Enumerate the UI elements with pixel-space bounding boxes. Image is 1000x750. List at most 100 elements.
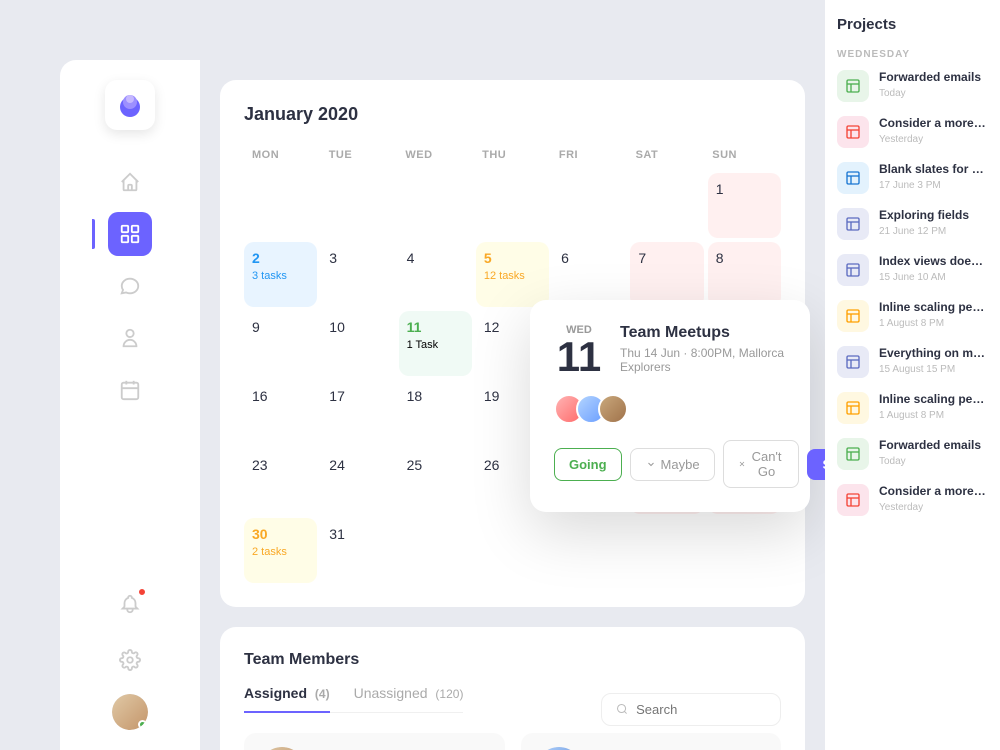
project-item[interactable]: Blank slates for new we... 17 June 3 PM <box>837 162 988 194</box>
project-item[interactable]: Forwarded emails Today <box>837 70 988 102</box>
calendar-card: January 2020 MON TUE WED THU FRI SAT SUN… <box>220 80 805 607</box>
project-icon <box>837 116 869 148</box>
calendar-cell[interactable] <box>630 518 703 583</box>
project-info: Blank slates for new we... 17 June 3 PM <box>879 162 988 191</box>
member-card-1[interactable]: Minnie Garcia 3 Tasks ··· <box>244 733 505 750</box>
sidebar-item-bell[interactable] <box>108 582 152 626</box>
projects-section-label: WEDNESDAY <box>837 49 988 60</box>
project-date: 1 August 8 PM <box>879 410 988 421</box>
calendar-cell[interactable]: 7 <box>630 242 703 307</box>
calendar-cell[interactable]: 25 <box>399 449 472 514</box>
calendar-cell[interactable]: 6 <box>553 242 626 307</box>
cantgo-button[interactable]: Can't Go <box>723 440 799 488</box>
calendar-cell[interactable]: 23 tasks <box>244 242 317 307</box>
project-name: Consider a more data d... <box>879 116 988 132</box>
project-info: Exploring fields 21 June 12 PM <box>879 208 988 237</box>
project-name: Forwarded emails <box>879 438 988 454</box>
going-button[interactable]: Going <box>554 448 622 481</box>
calendar-cell[interactable]: 17 <box>321 380 394 445</box>
project-item[interactable]: Inline scaling performa... 1 August 8 PM <box>837 392 988 424</box>
calendar-cell[interactable]: 1 <box>708 173 781 238</box>
project-date: Today <box>879 456 988 467</box>
project-item[interactable]: Inline scaling performa... 1 August 8 PM <box>837 300 988 332</box>
member-card-2[interactable]: Brian Carson 4 Tasks ··· <box>521 733 782 750</box>
calendar-cell[interactable] <box>630 173 703 238</box>
calendar-cell[interactable]: 302 tasks <box>244 518 317 583</box>
calendar-cell[interactable]: 10 <box>321 311 394 376</box>
share-button[interactable]: Share <box>807 449 825 480</box>
calendar-title: January 2020 <box>244 104 781 125</box>
project-name: Index views doesn't do you want <box>879 254 988 270</box>
sidebar <box>60 60 200 750</box>
project-info: Everything on mobile 15 August 15 PM <box>879 346 988 375</box>
project-item[interactable]: Everything on mobile 15 August 15 PM <box>837 346 988 378</box>
calendar-cell[interactable] <box>476 518 549 583</box>
maybe-button[interactable]: Maybe <box>630 448 715 481</box>
calendar-cell[interactable] <box>321 173 394 238</box>
calendar-cell[interactable]: 8 <box>708 242 781 307</box>
project-name: Forwarded emails <box>879 70 988 86</box>
project-item[interactable]: Consider a more data d... Yesterday <box>837 484 988 516</box>
calendar-cell[interactable] <box>553 518 626 583</box>
calendar-cell[interactable]: 23 <box>244 449 317 514</box>
sidebar-item-home[interactable] <box>108 160 152 204</box>
calendar-cell[interactable]: 31 <box>321 518 394 583</box>
team-tabs: Assigned (4) Unassigned (120) <box>244 685 463 713</box>
calendar-cell[interactable]: 3 <box>321 242 394 307</box>
team-members-card: Team Members Assigned (4) Unassigned (12… <box>220 627 805 750</box>
calendar-cell[interactable]: 512 tasks <box>476 242 549 307</box>
day-wed: WED <box>397 145 474 165</box>
popup-event-subtitle: Thu 14 Jun · 8:00PM, Mallorca Explorers <box>620 346 786 374</box>
calendar-cell[interactable]: 16 <box>244 380 317 445</box>
project-info: Index views doesn't do you want 15 June … <box>879 254 988 283</box>
popup-event-info: Team Meetups Thu 14 Jun · 8:00PM, Mallor… <box>620 324 786 374</box>
calendar-cell[interactable] <box>399 173 472 238</box>
popup-actions: Going Maybe Can't Go Share <box>554 440 786 488</box>
attendee-avatar-3 <box>598 394 628 424</box>
project-info: Inline scaling performa... 1 August 8 PM <box>879 300 988 329</box>
sidebar-item-calendar[interactable] <box>108 368 152 412</box>
calendar-cell[interactable]: 24 <box>321 449 394 514</box>
project-name: Consider a more data d... <box>879 484 988 500</box>
sidebar-item-chat[interactable] <box>108 264 152 308</box>
logo[interactable] <box>105 80 155 130</box>
sidebar-item-dashboard[interactable] <box>108 212 152 256</box>
tab-assigned[interactable]: Assigned (4) <box>244 685 330 713</box>
calendar-cell[interactable]: 4 <box>399 242 472 307</box>
day-thu: THU <box>474 145 551 165</box>
project-date: 1 August 8 PM <box>879 318 988 329</box>
project-item[interactable]: Index views doesn't do you want 15 June … <box>837 254 988 286</box>
calendar-cell[interactable] <box>244 173 317 238</box>
calendar-cell[interactable]: 9 <box>244 311 317 376</box>
calendar-cell[interactable]: 111 Task <box>399 311 472 376</box>
content-area: January 2020 MON TUE WED THU FRI SAT SUN… <box>200 60 825 750</box>
tab-unassigned[interactable]: Unassigned (120) <box>354 685 464 713</box>
sidebar-item-settings[interactable] <box>108 638 152 682</box>
popup-event-title: Team Meetups <box>620 324 786 342</box>
project-icon <box>837 484 869 516</box>
project-info: Consider a more data d... Yesterday <box>879 484 988 513</box>
project-name: Exploring fields <box>879 208 988 224</box>
sidebar-item-contacts[interactable] <box>108 316 152 360</box>
project-icon <box>837 438 869 470</box>
project-item[interactable]: Forwarded emails Today <box>837 438 988 470</box>
project-name: Everything on mobile <box>879 346 988 362</box>
calendar-header: MON TUE WED THU FRI SAT SUN <box>244 145 781 165</box>
projects-panel: Projects WEDNESDAY Forwarded emails Toda… <box>825 0 1000 750</box>
day-sun: SUN <box>704 145 781 165</box>
sidebar-nav <box>60 160 200 412</box>
project-icon <box>837 254 869 286</box>
search-input[interactable] <box>636 702 766 717</box>
popup-header: WED 11 Team Meetups Thu 14 Jun · 8:00PM,… <box>554 324 786 378</box>
project-item[interactable]: Consider a more data d... Yesterday <box>837 116 988 148</box>
calendar-cell[interactable] <box>553 173 626 238</box>
project-date: 15 June 10 AM <box>879 272 988 283</box>
project-item[interactable]: Exploring fields 21 June 12 PM <box>837 208 988 240</box>
calendar-cell[interactable] <box>708 518 781 583</box>
calendar-cell[interactable] <box>476 173 549 238</box>
user-avatar[interactable] <box>112 694 148 730</box>
calendar-cell[interactable] <box>399 518 472 583</box>
project-icon <box>837 70 869 102</box>
online-indicator <box>138 720 147 729</box>
calendar-cell[interactable]: 18 <box>399 380 472 445</box>
